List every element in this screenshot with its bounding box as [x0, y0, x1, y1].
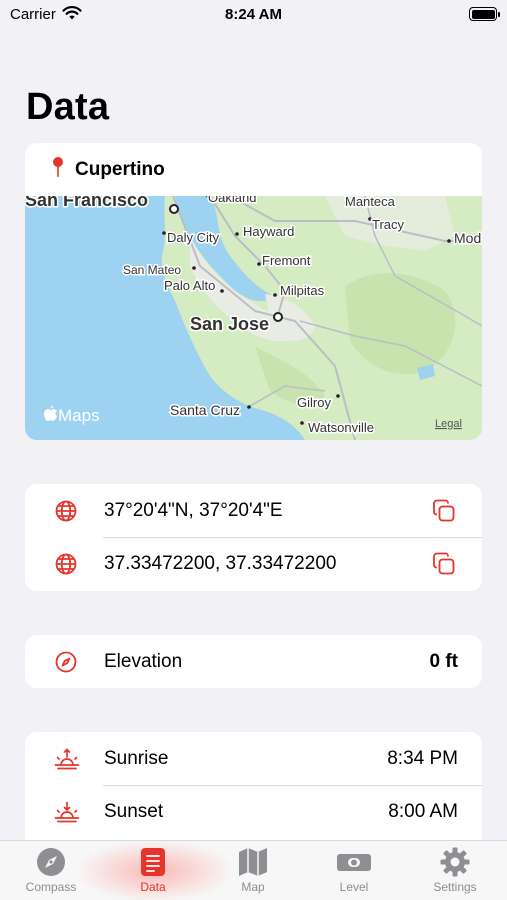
map-label-san-mateo: San Mateo	[123, 263, 181, 277]
gear-icon	[440, 847, 470, 877]
map-view[interactable]: San Francisco Oakland Manteca Tracy Mod …	[25, 196, 482, 440]
map-label-santa-cruz: Santa Cruz	[170, 402, 240, 418]
data-icon	[141, 848, 165, 876]
map-label-san-francisco: San Francisco	[25, 196, 148, 210]
map-label-san-jose: San Jose	[190, 314, 269, 334]
tab-data[interactable]: Data	[113, 847, 193, 894]
page-title: Data	[26, 86, 110, 128]
sunset-label: Sunset	[104, 800, 164, 822]
tab-label: Data	[140, 880, 166, 894]
tab-label: Map	[241, 880, 265, 894]
sunrise-label: Sunrise	[104, 747, 169, 769]
copy-icon	[433, 552, 455, 575]
sunset-time: 8:00 AM	[388, 800, 458, 822]
location-header: Cupertino	[25, 143, 482, 196]
level-icon	[337, 854, 371, 871]
map-label-manteca: Manteca	[345, 196, 396, 209]
tab-label: Compass	[25, 880, 77, 894]
elevation-row: Elevation 0 ft	[25, 635, 482, 688]
elevation-label: Elevation	[104, 650, 183, 672]
map-label-milpitas: Milpitas	[280, 283, 325, 298]
tab-settings[interactable]: Settings	[415, 847, 495, 894]
tab-level[interactable]: Level	[314, 847, 394, 894]
compass-icon	[54, 650, 78, 674]
elevation-value: 0 ft	[429, 650, 459, 672]
globe-icon	[54, 499, 78, 523]
map-label-fremont: Fremont	[262, 253, 311, 268]
map-label-hayward: Hayward	[243, 224, 294, 239]
location-card: Cupertino San Francisco Oakland Manteca …	[25, 143, 482, 440]
tab-compass[interactable]: Compass	[11, 847, 91, 894]
map-label-palo-alto: Palo Alto	[164, 278, 215, 293]
copy-decimal-button[interactable]	[432, 552, 456, 576]
sun-card: Sunrise 8:34 PM Sunset 8:00 AM	[25, 732, 482, 852]
sunrise-row: Sunrise 8:34 PM	[25, 732, 482, 785]
elevation-card: Elevation 0 ft	[25, 635, 482, 688]
tab-label: Level	[339, 880, 369, 894]
sunrise-icon	[54, 747, 80, 771]
battery-icon	[469, 7, 500, 21]
copy-icon	[433, 499, 455, 522]
maps-brand-label: Maps	[58, 406, 100, 425]
coordinate-dms-value: 37°20'4"N, 37°20'4"E	[104, 499, 283, 521]
map-label-daly-city: Daly City	[167, 230, 220, 245]
sunset-row: Sunset 8:00 AM	[25, 785, 482, 838]
tab-map[interactable]: Map	[213, 847, 293, 894]
compass-icon	[37, 848, 65, 876]
copy-dms-button[interactable]	[432, 499, 456, 523]
map-label-tracy: Tracy	[372, 217, 405, 232]
globe-icon	[54, 552, 78, 576]
map-label-gilroy: Gilroy	[297, 395, 331, 410]
status-bar: Carrier 8:24 AM	[0, 0, 507, 30]
map-label-watsonville: Watsonville	[308, 420, 374, 435]
coordinates-card: 37°20'4"N, 37°20'4"E 37.33472200, 37.334…	[25, 484, 482, 591]
tab-bar: Compass Data Map Level Settings	[0, 840, 507, 900]
coordinate-row-decimal: 37.33472200, 37.33472200	[25, 537, 482, 590]
map-label-oakland: Oakland	[208, 196, 256, 205]
sunset-icon	[54, 800, 80, 824]
coordinate-row-dms: 37°20'4"N, 37°20'4"E	[25, 484, 482, 537]
coordinate-decimal-value: 37.33472200, 37.33472200	[104, 552, 337, 574]
location-name: Cupertino	[75, 158, 165, 180]
legal-link[interactable]: Legal	[435, 418, 462, 430]
tab-label: Settings	[433, 880, 477, 894]
sunrise-time: 8:34 PM	[387, 747, 458, 769]
map-label-modesto: Mod	[454, 230, 481, 246]
pin-icon	[51, 156, 65, 183]
clock: 8:24 AM	[225, 6, 282, 23]
map-icon	[239, 848, 267, 876]
